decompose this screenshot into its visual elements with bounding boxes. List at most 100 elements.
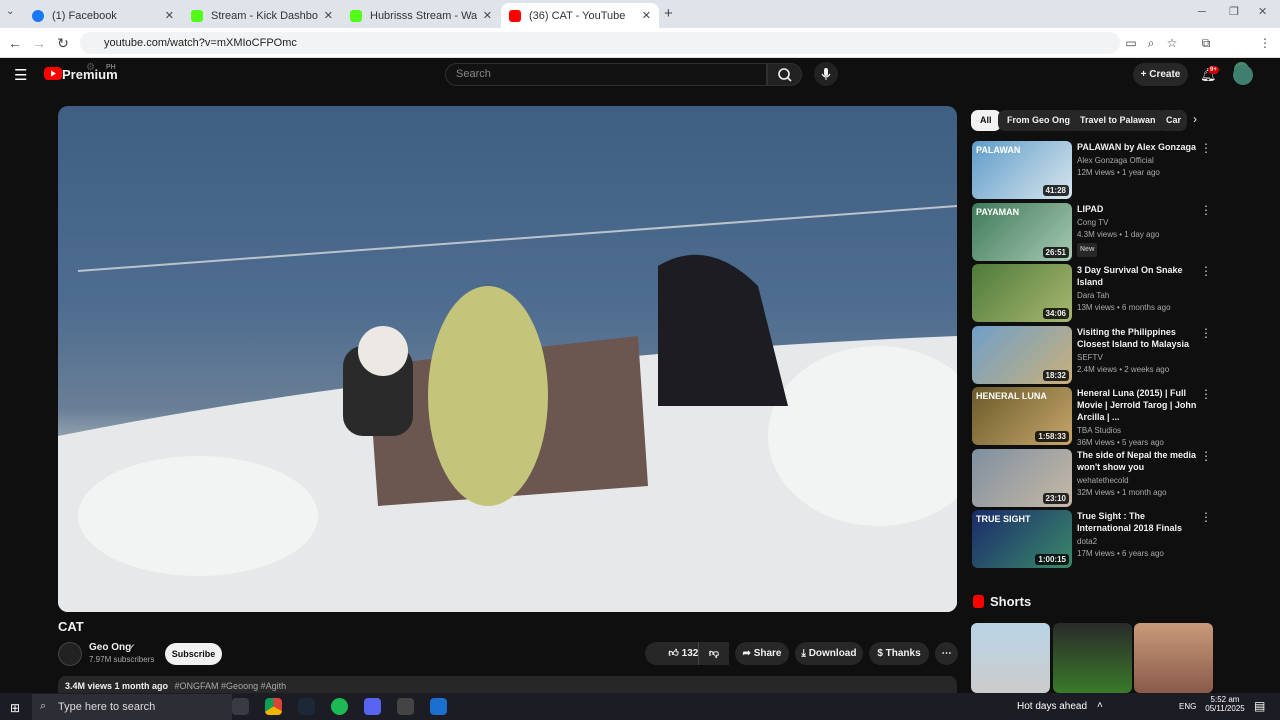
recommendation-item[interactable]: 23:10 The side of Nepal the media won't s…: [972, 449, 1212, 507]
chip-car[interactable]: Car: [1157, 110, 1187, 131]
zoom-icon[interactable]: ⌕: [1142, 34, 1160, 52]
channel-avatar[interactable]: [58, 642, 82, 666]
tab-kick-stream[interactable]: Hubrisss Stream - Watch Live o✕: [342, 3, 500, 28]
recommendation-title[interactable]: LIPAD: [1077, 203, 1199, 215]
youtube-logo-icon[interactable]: [44, 67, 62, 80]
thanks-button[interactable]: $ Thanks: [869, 642, 929, 665]
bookmark-star-icon[interactable]: ☆: [1163, 34, 1181, 52]
tab-facebook[interactable]: (1) Facebook ✕: [24, 3, 182, 28]
channel-name[interactable]: Geo Ong: [89, 642, 131, 653]
close-window-button[interactable]: ✕: [1258, 5, 1267, 18]
tab-kick-dashboard[interactable]: Stream - Kick Dashboard✕: [183, 3, 341, 28]
account-avatar[interactable]: [1233, 65, 1253, 85]
reload-icon[interactable]: ↻: [54, 34, 72, 52]
more-options-icon[interactable]: ⋮: [1200, 141, 1212, 155]
cast-icon[interactable]: ▭: [1122, 34, 1140, 52]
chips-next-icon[interactable]: ›: [1193, 112, 1197, 126]
subscribe-button[interactable]: Subscribe: [165, 643, 222, 665]
video-thumbnail[interactable]: PALAWAN 41:28: [972, 141, 1072, 199]
discord-icon[interactable]: [364, 698, 381, 715]
extensions-icon[interactable]: ⧉: [1197, 34, 1215, 52]
video-thumbnail[interactable]: PAYAMAN 26:51: [972, 203, 1072, 261]
close-tab-icon[interactable]: ✕: [483, 9, 492, 22]
dislike-button[interactable]: 👎︎: [698, 642, 729, 665]
windows-start-icon[interactable]: ⊞: [10, 701, 20, 715]
maximize-button[interactable]: ❐: [1229, 5, 1239, 18]
recommendation-channel[interactable]: Alex Gonzaga Official: [1077, 155, 1199, 167]
clock[interactable]: 5:52 am 05/11/2025: [1205, 695, 1245, 713]
obs-icon[interactable]: [397, 698, 414, 715]
recommendation-item[interactable]: 18:32 Visiting the Philippines Closest Is…: [972, 326, 1212, 384]
recommendation-title[interactable]: The side of Nepal the media won't show y…: [1077, 449, 1199, 473]
app-icon[interactable]: [430, 698, 447, 715]
recommendation-views: 13M views • 6 months ago: [1077, 303, 1171, 312]
thumbs-up-icon: 👍︎: [668, 648, 682, 659]
hamburger-menu-icon[interactable]: ☰: [14, 66, 27, 84]
voice-search-button[interactable]: [814, 62, 838, 86]
thumbnail-text: PALAWAN: [976, 145, 1021, 155]
chip-travel-to-palawan[interactable]: Travel to Palawan: [1071, 110, 1165, 131]
recommendation-channel[interactable]: wehatethecold: [1077, 475, 1199, 487]
recommendation-item[interactable]: TRUE SIGHT 1:00:15 True Sight : The Intern…: [972, 510, 1212, 568]
recommendation-item[interactable]: PAYAMAN 26:51 LIPAD Cong TV 4.3M views • 1 d…: [972, 203, 1212, 261]
recommendation-item[interactable]: PALAWAN 41:28 PALAWAN by Alex Gonzaga Alex …: [972, 141, 1212, 199]
browser-menu-icon[interactable]: ⋮: [1256, 34, 1274, 52]
task-view-icon[interactable]: [232, 698, 249, 715]
share-button[interactable]: ➦ Share: [735, 642, 789, 665]
video-player[interactable]: [58, 106, 957, 612]
close-tab-icon[interactable]: ✕: [642, 9, 651, 22]
video-thumbnail[interactable]: 18:32: [972, 326, 1072, 384]
more-options-icon[interactable]: ⋮: [1200, 449, 1212, 463]
chrome-icon[interactable]: [265, 698, 282, 715]
recommendation-item[interactable]: 34:06 3 Day Survival On Snake Island Dara …: [972, 264, 1212, 322]
language-indicator[interactable]: ENG: [1179, 702, 1196, 711]
more-options-icon[interactable]: ⋮: [1200, 264, 1212, 278]
more-options-icon[interactable]: ⋮: [1200, 326, 1212, 340]
short-thumbnail[interactable]: [971, 623, 1050, 693]
taskbar-search-box[interactable]: ⌕ Type here to search: [32, 694, 232, 720]
recommendation-channel[interactable]: Cong TV: [1077, 217, 1199, 229]
more-options-icon[interactable]: ⋮: [1200, 203, 1212, 217]
duration-badge: 41:28: [1042, 185, 1069, 196]
search-button[interactable]: [767, 63, 802, 86]
chip-from-geo-ong[interactable]: From Geo Ong: [998, 110, 1079, 131]
video-thumbnail[interactable]: 23:10: [972, 449, 1072, 507]
url-field[interactable]: youtube.com/watch?v=mXMIoCFPOmc: [80, 32, 1120, 54]
download-button[interactable]: ⤓ Download: [795, 642, 863, 665]
new-tab-button[interactable]: +: [664, 5, 673, 22]
close-tab-icon[interactable]: ✕: [324, 9, 333, 22]
recommendation-title[interactable]: Visiting the Philippines Closest Island …: [1077, 326, 1199, 350]
hashtags[interactable]: #ONGFAM #Geoong #Agith: [175, 681, 287, 691]
recommendation-title[interactable]: True Sight : The International 2018 Fina…: [1077, 510, 1199, 534]
more-actions-button[interactable]: ⋯: [935, 642, 958, 665]
chip-all[interactable]: All: [971, 110, 1001, 131]
video-thumbnail[interactable]: 34:06: [972, 264, 1072, 322]
recommendation-item[interactable]: HENERAL LUNA 1:58:33 Heneral Luna (2015) |…: [972, 387, 1212, 447]
short-thumbnail[interactable]: [1134, 623, 1213, 693]
recommendation-channel[interactable]: SEFTV: [1077, 352, 1199, 364]
weather-text[interactable]: Hot days ahead: [1017, 701, 1087, 712]
tray-chevron-icon[interactable]: ˄: [1097, 700, 1103, 711]
forward-icon[interactable]: →: [30, 34, 48, 52]
create-button[interactable]: + Create: [1133, 63, 1188, 86]
recommendation-title[interactable]: 3 Day Survival On Snake Island: [1077, 264, 1199, 288]
tab-search-icon[interactable]: ⌄: [6, 6, 14, 17]
recommendation-channel[interactable]: TBA Studios: [1077, 425, 1199, 437]
spotify-icon[interactable]: [331, 698, 348, 715]
recommendation-title[interactable]: PALAWAN by Alex Gonzaga: [1077, 141, 1199, 153]
close-tab-icon[interactable]: ✕: [165, 9, 174, 22]
search-input[interactable]: Search: [445, 63, 767, 86]
recommendation-channel[interactable]: Dara Tah: [1077, 290, 1199, 302]
minimize-button[interactable]: ─: [1198, 6, 1206, 18]
more-options-icon[interactable]: ⋮: [1200, 387, 1212, 401]
more-options-icon[interactable]: ⋮: [1200, 510, 1212, 524]
recommendation-channel[interactable]: dota2: [1077, 536, 1199, 548]
video-thumbnail[interactable]: TRUE SIGHT 1:00:15: [972, 510, 1072, 568]
back-icon[interactable]: ←: [6, 34, 24, 52]
notifications-center-icon[interactable]: ▤: [1254, 699, 1265, 713]
short-thumbnail[interactable]: [1053, 623, 1132, 693]
tab-youtube[interactable]: (36) CAT - YouTube ✕: [501, 3, 659, 28]
steam-icon[interactable]: [298, 698, 315, 715]
recommendation-title[interactable]: Heneral Luna (2015) | Full Movie | Jerro…: [1077, 387, 1199, 423]
video-thumbnail[interactable]: HENERAL LUNA 1:58:33: [972, 387, 1072, 445]
